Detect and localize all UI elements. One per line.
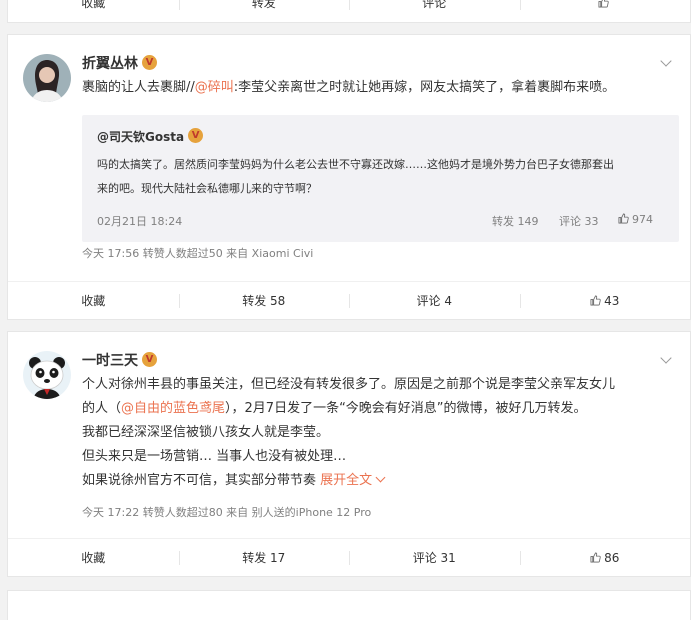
repost-button[interactable]: 转发 [178,0,350,13]
verified-badge-icon [188,128,204,143]
quoted-post[interactable]: @司天钦Gosta 吗的太搞笑了。居然质问李莹妈妈为什么老公去世不守寡还改嫁……… [82,115,679,242]
quoted-date[interactable]: 02月21日 18:24 [97,213,182,229]
quoted-comment-count[interactable]: 评论 33 [559,213,599,229]
comment-button[interactable]: 评论 4 [349,291,520,311]
chevron-down-icon[interactable] [660,352,672,364]
quoted-repost-count[interactable]: 转发 149 [492,213,539,229]
post-text-line: 我都已经深深坚信被锁八孩女人就是李莹。 [82,425,330,440]
avatar[interactable] [23,54,71,102]
repost-button[interactable]: 转发 58 [178,291,350,311]
post-action-bar: 收藏 转发 58 评论 4 43 [8,281,690,320]
previous-post-action-bar: 收藏 转发 评论 [8,0,690,22]
previous-post-card: 收藏 转发 评论 [7,0,691,23]
mention-link[interactable]: @自由的蓝色鸢尾 [121,401,225,416]
post-meta: 今天 17:22 转赞人数超过80 来自 别人送的iPhone 12 Pro [82,506,372,519]
comment-button[interactable]: 评论 31 [349,548,520,568]
post-text: 个人对徐州丰县的事虽关注，但已经没有转发很多了。原因是之前那个说是李莹父亲军友女… [82,373,615,493]
post-text-segment: 的人（ [82,401,122,416]
collect-button[interactable]: 收藏 [8,0,179,13]
post-text: 裹脑的让人去裹脚//@碎叫:李莹父亲离世之时就让她再嫁，网友太搞笑了，拿着裹脚布… [82,76,615,100]
post-author[interactable]: 折翼丛林 [82,53,157,73]
chevron-down-icon [375,472,386,483]
comment-button[interactable]: 评论 [349,0,520,13]
post-text-line: 的人（@自由的蓝色鸢尾），2月7日发了一条“今晚会有好消息”的微博，被好几万转发… [82,397,615,421]
expand-full-text-link[interactable]: 展开全文 [320,472,386,488]
post-author[interactable]: 一时三天 [82,350,157,370]
quoted-like-count: 974 [632,213,653,226]
repost-button[interactable]: 转发 17 [178,548,350,568]
post-text-line: 如果说徐州官方不可信，其实部分带节奏 展开全文 [82,469,615,493]
like-count: 86 [604,551,620,565]
avatar[interactable] [23,351,71,399]
expand-label[interactable]: 展开全文 [320,473,372,488]
quoted-text-line: 吗的太搞笑了。居然质问李莹妈妈为什么老公去世不守寡还改嫁……这他妈才是境外势力台… [97,158,614,171]
post-text-segment: 如果说徐州官方不可信，其实部分带节奏 [82,473,317,488]
thumbs-up-icon [590,552,601,563]
thumbs-up-icon [598,0,609,8]
post-action-bar: 收藏 转发 17 评论 31 86 [8,538,690,577]
post-text-segment: ），2月7日发了一条“今晚会有好消息”的微博，被好几万转发。 [225,401,587,416]
collect-button[interactable]: 收藏 [8,291,179,311]
post-text-prefix: 裹脑的让人去裹脚// [82,80,195,95]
collect-button[interactable]: 收藏 [8,548,179,568]
post-text-suffix: :李莹父亲离世之时就让她再嫁，网友太搞笑了，拿着裹脚布来喷。 [233,80,616,95]
author-name[interactable]: 折翼丛林 [82,56,138,72]
thumbs-up-icon [618,213,629,224]
thumbs-up-icon [590,295,601,306]
post-text-line: 但头来只是一场营销… 当事人也没有被处理… [82,449,347,464]
post-card: 一时三天 个人对徐州丰县的事虽关注，但已经没有转发很多了。原因是之前那个说是李莹… [7,331,691,577]
verified-badge-icon [142,352,157,367]
mention-link[interactable]: @碎叫 [195,80,234,95]
like-button[interactable] [519,0,691,13]
verified-badge-icon [142,55,157,70]
quoted-text-line: 来的吧。现代大陆社会私德哪儿来的守节啊？ [97,182,317,195]
quoted-author[interactable]: @司天钦Gosta [97,128,204,145]
post-text-line: 个人对徐州丰县的事虽关注，但已经没有转发很多了。原因是之前那个说是李莹父亲军友女… [82,377,616,392]
quoted-author-name[interactable]: @司天钦Gosta [97,130,184,144]
post-card: 折翼丛林 裹脑的让人去裹脚//@碎叫:李莹父亲离世之时就让她再嫁，网友太搞笑了，… [7,34,691,320]
quoted-like-button[interactable]: 974 [618,213,653,226]
like-count: 43 [604,294,620,308]
post-meta: 今天 17:56 转赞人数超过50 来自 Xiaomi Civi [82,247,314,260]
author-name[interactable]: 一时三天 [82,353,138,369]
like-button[interactable]: 86 [519,548,691,568]
chevron-down-icon[interactable] [660,55,672,67]
quoted-text: 吗的太搞笑了。居然质问李莹妈妈为什么老公去世不守寡还改嫁……这他妈才是境外势力台… [97,153,614,201]
like-button[interactable]: 43 [519,291,691,311]
next-post-card [7,590,691,620]
